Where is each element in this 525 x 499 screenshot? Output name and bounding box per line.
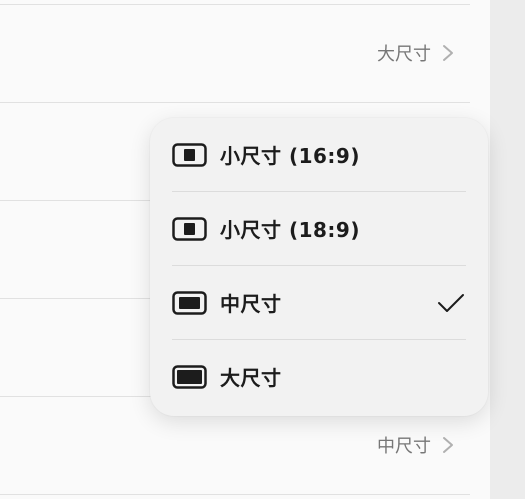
menu-item-label: 大尺寸 (220, 366, 282, 390)
chevron-right-icon (443, 45, 453, 61)
size-row-1[interactable]: 大尺寸 (377, 40, 455, 66)
menu-item-small-16-9[interactable]: 小尺寸 (16:9) (150, 118, 488, 191)
list-divider (0, 494, 470, 495)
right-edge (490, 0, 525, 499)
list-divider (0, 102, 470, 103)
size-options-menu: 小尺寸 (16:9) 小尺寸 (18:9) 中尺寸 大尺寸 (150, 118, 488, 416)
checkmark-icon (438, 293, 464, 312)
list-divider (0, 4, 470, 5)
menu-item-label: 小尺寸 (16:9) (220, 144, 360, 168)
small-screen-icon (172, 142, 207, 167)
settings-page: 大尺寸 中尺寸 小尺寸 (16:9) 小尺寸 (18:9) 中尺寸 大尺寸 (0, 0, 525, 499)
large-screen-icon (172, 364, 207, 389)
chevron-right-icon (443, 437, 453, 453)
menu-item-large[interactable]: 大尺寸 (150, 340, 488, 413)
size-row-2[interactable]: 中尺寸 (377, 432, 455, 458)
size-row-1-value: 大尺寸 (377, 44, 431, 65)
menu-item-small-18-9[interactable]: 小尺寸 (18:9) (150, 192, 488, 265)
menu-item-label: 中尺寸 (220, 292, 282, 316)
menu-item-label: 小尺寸 (18:9) (220, 218, 360, 242)
small-screen-icon (172, 216, 207, 241)
menu-item-medium[interactable]: 中尺寸 (150, 266, 488, 339)
medium-screen-icon (172, 290, 207, 315)
size-row-2-value: 中尺寸 (377, 436, 431, 457)
